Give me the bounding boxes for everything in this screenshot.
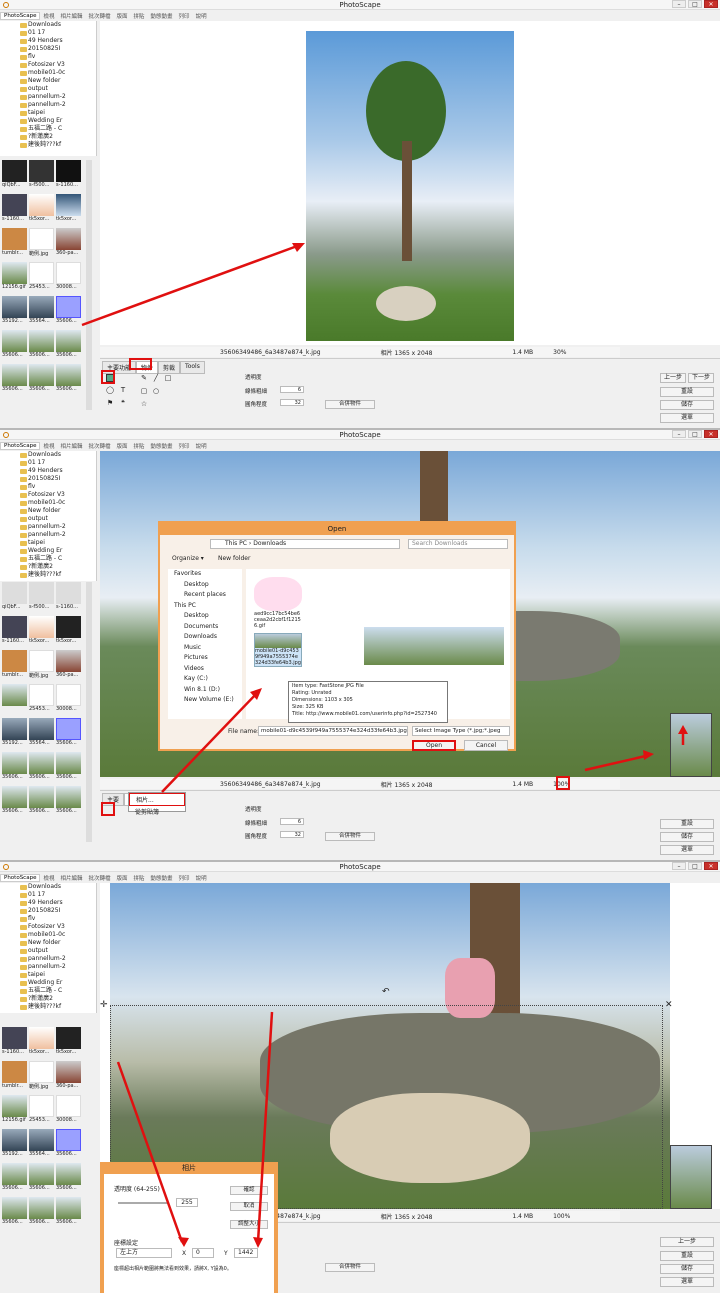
annotation-arrow	[81, 243, 305, 327]
screenshot-panel-3: PhotoScape – □ ✕ PhotoScape 檢視 相片編輯 批次轉檔 版面 拼貼動…	[0, 862, 720, 1293]
annotation-arrows	[116, 1011, 274, 1248]
screenshot-panel-1: PhotoScape – □ ✕ PhotoScape 檢視 相片編輯 批次轉檔 版面 拼貼動…	[0, 0, 720, 430]
annotation-arrows	[161, 688, 688, 793]
screenshot-panel-2: PhotoScape – □ ✕ PhotoScape 檢視 相片編輯 批次轉檔 版面 拼貼動…	[0, 430, 720, 862]
